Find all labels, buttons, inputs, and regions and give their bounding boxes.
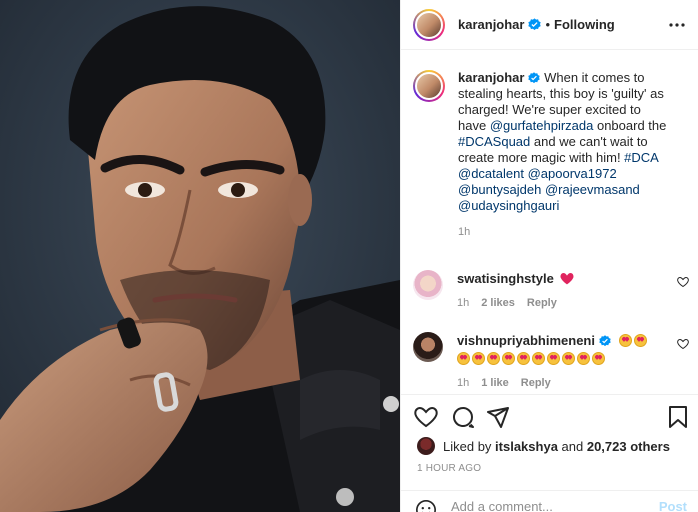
- heart-eyes-emoji: [472, 352, 485, 365]
- mention-link[interactable]: @dcatalent: [458, 166, 524, 181]
- comment-time[interactable]: 1h: [457, 377, 469, 389]
- comment-icon[interactable]: [451, 405, 475, 429]
- comment-likes[interactable]: 1 like: [481, 377, 509, 389]
- caption-avatar[interactable]: [413, 70, 445, 102]
- bookmark-icon[interactable]: [667, 405, 689, 429]
- liked-by-prefix: Liked by: [443, 438, 492, 454]
- heart-eyes-emoji: [487, 352, 500, 365]
- author-avatar[interactable]: [413, 8, 445, 41]
- heart-eyes-emoji: [532, 352, 545, 365]
- caption-time[interactable]: 1h: [458, 224, 670, 240]
- commenter-username[interactable]: vishnupriyabhimeneni: [457, 333, 595, 348]
- heart-eyes-emoji-row: [618, 333, 649, 348]
- commenter-avatar[interactable]: [413, 332, 443, 362]
- separator-dot: •: [545, 17, 551, 32]
- comment-time[interactable]: 1h: [457, 297, 469, 309]
- liked-by: Liked by itslakshya and 20,723 others: [417, 437, 670, 455]
- heart-eyes-emoji: [517, 352, 530, 365]
- verified-badge-icon: [599, 335, 611, 347]
- heart-eyes-emoji: [547, 352, 560, 365]
- mention-link[interactable]: @gurfatehpirzada: [490, 118, 594, 133]
- post-comment-button[interactable]: Post: [659, 499, 687, 512]
- caption-username[interactable]: karanjohar: [458, 70, 524, 85]
- heart-eyes-emoji: [457, 352, 470, 365]
- liker-avatar[interactable]: [417, 437, 435, 455]
- heart-eyes-emoji: [633, 334, 647, 347]
- liked-by-user[interactable]: itslakshya: [495, 439, 558, 454]
- portrait-image: [0, 0, 400, 512]
- commenter-avatar[interactable]: [413, 270, 443, 300]
- reply-button[interactable]: Reply: [527, 297, 557, 309]
- caption: karanjohar When it comes to stealing hea…: [413, 70, 689, 240]
- share-icon[interactable]: [486, 405, 510, 429]
- comment-item: swatisinghstyle 1h 2 likes Reply: [413, 270, 689, 312]
- comment-item: vishnupriyabhimeneni 1h 1 like Reply: [413, 332, 689, 392]
- mention-link[interactable]: @buntysajdeh: [458, 182, 541, 197]
- heart-icon[interactable]: [677, 338, 689, 350]
- hashtag-link[interactable]: #DCA: [624, 150, 658, 165]
- post-photo[interactable]: [0, 0, 400, 512]
- likes-count[interactable]: 20,723 others: [587, 439, 670, 454]
- heart-eyes-emoji: [502, 352, 515, 365]
- red-heart-emoji: [560, 272, 574, 285]
- verified-badge-icon: [528, 72, 541, 84]
- author-username[interactable]: karanjohar: [458, 17, 524, 32]
- commenter-username[interactable]: swatisinghstyle: [457, 271, 554, 286]
- emoji-icon[interactable]: [415, 499, 437, 512]
- heart-eyes-emoji: [577, 352, 590, 365]
- reply-button[interactable]: Reply: [521, 377, 551, 389]
- caption-text: onboard the: [593, 118, 667, 133]
- heart-eyes-emoji: [618, 334, 632, 347]
- action-bar: [401, 394, 698, 440]
- more-options-icon[interactable]: [669, 17, 685, 33]
- verified-badge-icon: [528, 18, 542, 31]
- comment-likes[interactable]: 2 likes: [481, 297, 515, 309]
- liked-by-and: and: [557, 438, 587, 454]
- following-button[interactable]: Following: [554, 17, 615, 32]
- post-header: karanjohar • Following: [401, 0, 698, 50]
- hashtag-link[interactable]: #DCASquad: [458, 134, 530, 149]
- heart-eyes-emoji-row: [457, 350, 667, 368]
- add-comment-input[interactable]: Add a comment...: [451, 499, 659, 512]
- like-heart-icon[interactable]: [414, 405, 438, 429]
- post-side-panel: karanjohar • Following karanjohar When i…: [400, 0, 698, 512]
- add-comment-bar: Add a comment... Post: [401, 490, 698, 512]
- heart-eyes-emoji: [562, 352, 575, 365]
- heart-icon[interactable]: [677, 276, 689, 288]
- mention-link[interactable]: @apoorva1972: [528, 166, 617, 181]
- mention-link[interactable]: @rajeevmasand: [545, 182, 640, 197]
- mention-link[interactable]: @udaysinghgauri: [458, 198, 559, 213]
- post-timestamp[interactable]: 1 hour ago: [417, 463, 481, 474]
- heart-eyes-emoji: [592, 352, 605, 365]
